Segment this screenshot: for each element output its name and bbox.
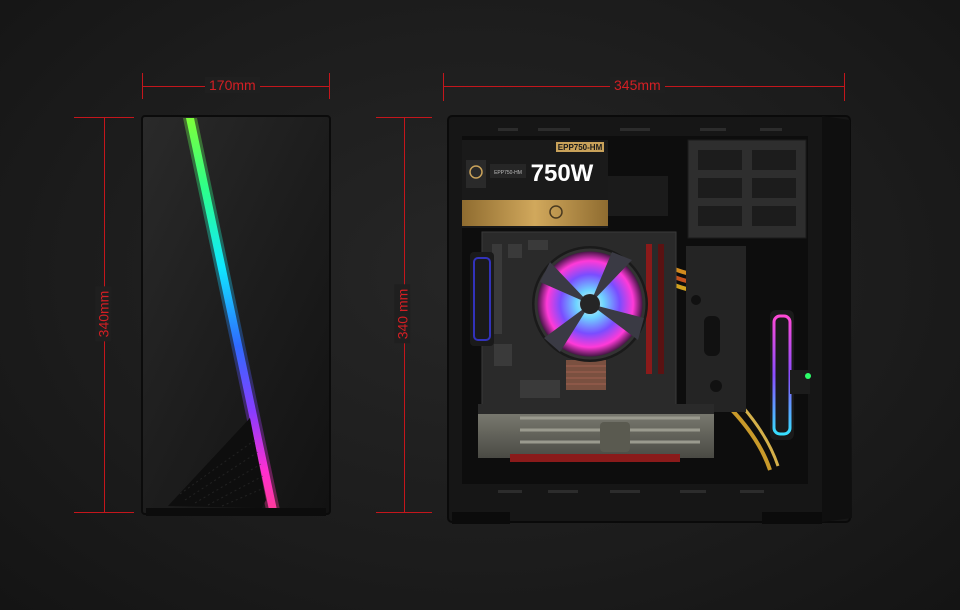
drive-cage xyxy=(687,139,807,239)
cpu-cooler-fan xyxy=(532,246,648,362)
psu-model-label: EPP750-HM xyxy=(558,143,603,152)
psu-model-small-label: EPP750-HM xyxy=(494,170,522,176)
rear-fan xyxy=(470,252,494,346)
graphics-card xyxy=(478,404,714,462)
pc-case-illustration: EPP750-HM EPP750-HM 750W xyxy=(141,115,852,524)
psu-wattage-label: 750W xyxy=(531,160,594,187)
power-supply: EPP750-HM EPP750-HM 750W xyxy=(462,140,608,228)
case-front-view xyxy=(141,115,331,516)
case-side-view: EPP750-HM EPP750-HM 750W xyxy=(447,115,852,524)
